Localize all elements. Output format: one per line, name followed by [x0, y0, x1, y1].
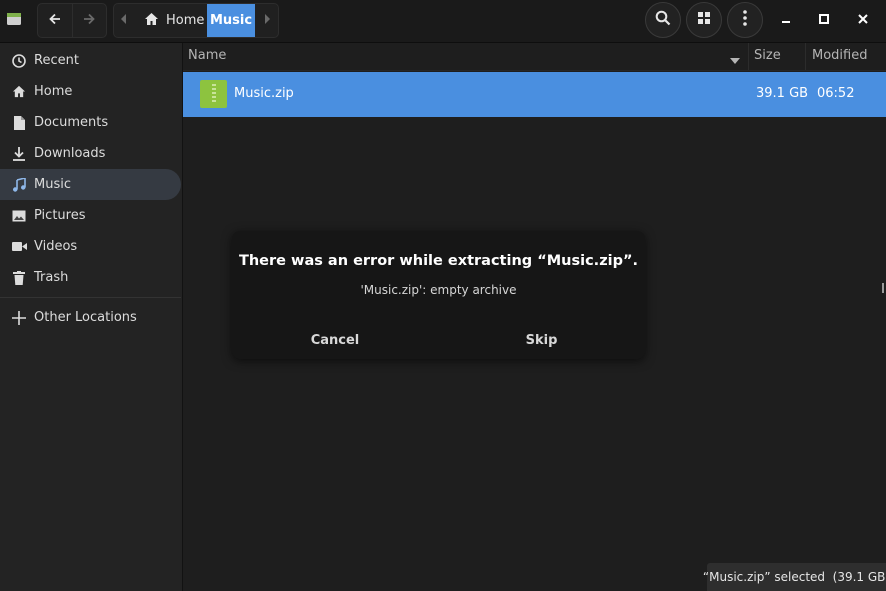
- sidebar-item-recent[interactable]: Recent: [0, 45, 181, 76]
- column-name-header[interactable]: Name: [188, 48, 226, 63]
- video-icon: [11, 239, 27, 255]
- error-dialog: There was an error while extracting “Mus…: [232, 231, 645, 359]
- sidebar-item-trash[interactable]: Trash: [0, 262, 181, 293]
- archive-icon: [200, 80, 227, 108]
- back-button[interactable]: [38, 4, 72, 37]
- sidebar-item-videos[interactable]: Videos: [0, 231, 181, 262]
- cancel-button[interactable]: Cancel: [232, 321, 438, 359]
- sidebar-item-label: Documents: [34, 115, 109, 130]
- column-size-header[interactable]: Size: [754, 48, 781, 63]
- scroll-indicator: [882, 283, 884, 293]
- file-row[interactable]: Music.zip 39.1 GB 06:52: [183, 72, 886, 117]
- sidebar-item-documents[interactable]: Documents: [0, 107, 181, 138]
- chevron-left-icon: [120, 13, 128, 28]
- column-modified-header[interactable]: Modified: [812, 48, 867, 63]
- column-divider: [748, 43, 749, 70]
- maximize-icon: [819, 13, 829, 28]
- sidebar-item-label: Home: [34, 84, 73, 99]
- close-button[interactable]: [851, 8, 875, 32]
- document-icon: [11, 115, 27, 131]
- sidebar-item-label: Downloads: [34, 146, 106, 161]
- skip-button[interactable]: Skip: [438, 321, 645, 359]
- navigation-buttons: [37, 3, 107, 38]
- sidebar-item-label: Videos: [34, 239, 78, 254]
- column-divider: [805, 43, 806, 70]
- column-header: Name Size Modified: [183, 43, 886, 71]
- file-modified: 06:52: [817, 86, 855, 101]
- view-toggle-button[interactable]: [686, 2, 722, 38]
- search-button[interactable]: [645, 2, 681, 38]
- sidebar-item-music[interactable]: Music: [0, 169, 181, 200]
- search-icon: [655, 10, 671, 30]
- header-bar: Home Music: [0, 0, 886, 43]
- grid-icon: [698, 12, 710, 28]
- breadcrumb-current-label: Music: [209, 13, 253, 28]
- close-icon: [858, 13, 868, 28]
- breadcrumb-home-label: Home: [166, 13, 205, 28]
- sidebar-item-label: Recent: [34, 53, 79, 68]
- minimize-button[interactable]: [774, 8, 798, 32]
- dialog-message: 'Music.zip': empty archive: [360, 283, 517, 297]
- sidebar-item-label: Trash: [34, 270, 69, 285]
- path-bar: Home Music: [113, 3, 279, 38]
- more-vertical-icon: [743, 10, 747, 30]
- minimize-icon: [781, 13, 791, 28]
- files-app-icon: [6, 11, 22, 27]
- sidebar-item-label: Music: [34, 177, 71, 192]
- maximize-button[interactable]: [812, 8, 836, 32]
- sidebar-item-label: Other Locations: [34, 310, 137, 325]
- download-icon: [11, 146, 27, 162]
- trash-icon: [11, 270, 27, 286]
- sidebar-item-downloads[interactable]: Downloads: [0, 138, 181, 169]
- plus-icon: [11, 310, 27, 326]
- sidebar: Recent Home Documents Downloads Music Pi…: [0, 43, 183, 591]
- picture-icon: [11, 208, 27, 224]
- breadcrumb-current[interactable]: Music: [207, 4, 255, 37]
- forward-button[interactable]: [71, 4, 107, 37]
- file-name: Music.zip: [234, 86, 294, 101]
- home-icon: [144, 12, 159, 30]
- sort-descending-icon[interactable]: [730, 53, 740, 68]
- status-bar: “Music.zip” selected (39.1 GB): [703, 563, 886, 591]
- dialog-title: There was an error while extracting “Mus…: [238, 253, 639, 269]
- breadcrumb-home[interactable]: Home: [136, 4, 206, 37]
- path-scroll-left-button[interactable]: [114, 4, 134, 37]
- sidebar-item-pictures[interactable]: Pictures: [0, 200, 181, 231]
- file-size: 39.1 GB: [756, 86, 809, 101]
- sidebar-item-home[interactable]: Home: [0, 76, 181, 107]
- arrow-left-icon: [48, 12, 62, 30]
- path-scroll-right-button[interactable]: [257, 4, 277, 37]
- home-icon: [11, 84, 27, 100]
- menu-button[interactable]: [727, 2, 763, 38]
- sidebar-item-other-locations[interactable]: Other Locations: [0, 302, 181, 333]
- sidebar-item-label: Pictures: [34, 208, 86, 223]
- clock-icon: [11, 53, 27, 69]
- arrow-right-icon: [82, 12, 96, 30]
- chevron-right-icon: [263, 13, 271, 28]
- music-icon: [11, 177, 27, 193]
- sidebar-divider: [0, 297, 181, 298]
